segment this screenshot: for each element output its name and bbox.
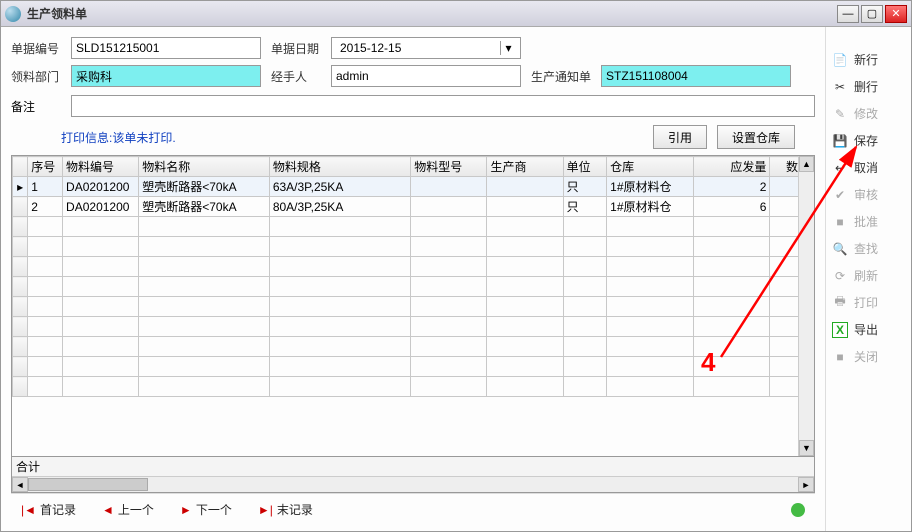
col-unit[interactable]: 单位 bbox=[563, 157, 607, 177]
col-wh[interactable]: 仓库 bbox=[607, 157, 694, 177]
doc-no-label: 单据编号 bbox=[11, 40, 61, 57]
table-row[interactable] bbox=[13, 257, 814, 277]
window: 生产领料单 — ▢ ✕ 单据编号 单据日期 ▾ 领料部门 经手人 生产通 bbox=[0, 0, 912, 532]
set-warehouse-button[interactable]: 设置仓库 bbox=[717, 125, 795, 149]
col-spec[interactable]: 物料规格 bbox=[269, 157, 410, 177]
app-icon bbox=[5, 6, 21, 22]
grid: 序号 物料编号 物料名称 物料规格 物料型号 生产商 单位 仓库 应发量 数量 … bbox=[11, 155, 815, 493]
col-seq[interactable]: 序号 bbox=[28, 157, 63, 177]
notice-label: 生产通知单 bbox=[531, 68, 591, 85]
record-nav: |◄首记录 ◄上一个 ►下一个 ►|末记录 bbox=[11, 493, 815, 525]
sidebar-approve-button: ■ 批准 bbox=[832, 213, 905, 230]
scroll-right-icon[interactable]: ► bbox=[798, 477, 814, 492]
dept-label: 领料部门 bbox=[11, 68, 61, 85]
sidebar-item-label: 修改 bbox=[854, 105, 878, 122]
notice-input[interactable] bbox=[601, 65, 791, 87]
sidebar-item-label: 新行 bbox=[854, 51, 878, 68]
refresh-icon: ⟳ bbox=[832, 268, 848, 284]
vertical-scrollbar[interactable]: ▲ ▼ bbox=[798, 156, 814, 456]
dept-input[interactable] bbox=[71, 65, 261, 87]
col-mfr[interactable]: 生产商 bbox=[487, 157, 563, 177]
sidebar-item-label: 审核 bbox=[854, 186, 878, 203]
sidebar-item-label: 关闭 bbox=[854, 348, 878, 365]
titlebar: 生产领料单 — ▢ ✕ bbox=[1, 1, 911, 27]
table-row[interactable] bbox=[13, 357, 814, 377]
sidebar-del-row-button[interactable]: ✂ 删行 bbox=[832, 78, 905, 95]
sidebar-item-label: 批准 bbox=[854, 213, 878, 230]
col-should[interactable]: 应发量 bbox=[694, 157, 770, 177]
find-icon: 🔍 bbox=[832, 241, 848, 257]
first-record-button[interactable]: |◄首记录 bbox=[21, 501, 76, 518]
doc-date-label: 单据日期 bbox=[271, 40, 321, 57]
sidebar-print-button: 🖶 打印 bbox=[832, 294, 905, 311]
sidebar-new-row-button[interactable]: 📄 新行 bbox=[832, 51, 905, 68]
new-row-icon: 📄 bbox=[832, 52, 848, 68]
close-icon: ■ bbox=[832, 349, 848, 365]
doc-no-input[interactable] bbox=[71, 37, 261, 59]
save-icon: 💾 bbox=[832, 133, 848, 149]
col-model[interactable]: 物料型号 bbox=[411, 157, 487, 177]
totals-row: 合计 bbox=[12, 456, 814, 476]
export-icon: X bbox=[832, 322, 848, 338]
close-button[interactable]: ✕ bbox=[885, 5, 907, 23]
sidebar-item-label: 删行 bbox=[854, 78, 878, 95]
prev-record-button[interactable]: ◄上一个 bbox=[102, 501, 154, 518]
sidebar-item-label: 导出 bbox=[854, 321, 878, 338]
sidebar-save-button[interactable]: 💾 保存 bbox=[832, 132, 905, 149]
table-row[interactable] bbox=[13, 217, 814, 237]
handler-input[interactable] bbox=[331, 65, 521, 87]
window-title: 生产领料单 bbox=[27, 5, 837, 22]
status-indicator-icon bbox=[791, 503, 805, 517]
scroll-left-icon[interactable]: ◄ bbox=[12, 477, 28, 492]
scroll-up-icon[interactable]: ▲ bbox=[799, 156, 814, 172]
del-row-icon: ✂ bbox=[832, 79, 848, 95]
print-info: 打印信息:该单未打印. bbox=[61, 129, 176, 146]
sidebar-item-label: 打印 bbox=[854, 294, 878, 311]
table-row[interactable] bbox=[13, 297, 814, 317]
grid-header-row: 序号 物料编号 物料名称 物料规格 物料型号 生产商 单位 仓库 应发量 数量 bbox=[13, 157, 814, 177]
table-row[interactable] bbox=[13, 277, 814, 297]
sidebar-refresh-button: ⟳ 刷新 bbox=[832, 267, 905, 284]
print-icon: 🖶 bbox=[832, 295, 848, 311]
sidebar-export-button[interactable]: X 导出 bbox=[832, 321, 905, 338]
sidebar-cancel-button[interactable]: ↩ 取消 bbox=[832, 159, 905, 176]
remark-label: 备注 bbox=[11, 98, 61, 115]
table-row[interactable] bbox=[13, 317, 814, 337]
horizontal-scrollbar[interactable]: ◄ ► bbox=[12, 476, 814, 492]
sidebar-find-button: 🔍 查找 bbox=[832, 240, 905, 257]
next-record-button[interactable]: ►下一个 bbox=[180, 501, 232, 518]
reference-button[interactable]: 引用 bbox=[653, 125, 707, 149]
table-row[interactable]: ▸1DA0201200塑壳断路器<70kA63A/3P,25KA只1#原材料仓2… bbox=[13, 177, 814, 197]
doc-date-input[interactable]: ▾ bbox=[331, 37, 521, 59]
audit-icon: ✔ bbox=[832, 187, 848, 203]
table-row[interactable]: 2DA0201200塑壳断路器<70kA80A/3P,25KA只1#原材料仓66 bbox=[13, 197, 814, 217]
sidebar-item-label: 查找 bbox=[854, 240, 878, 257]
remark-input[interactable] bbox=[71, 95, 815, 117]
sidebar-item-label: 取消 bbox=[854, 159, 878, 176]
minimize-button[interactable]: — bbox=[837, 5, 859, 23]
action-sidebar: 📄 新行 ✂ 删行 ✎ 修改 💾 保存 ↩ 取消 ✔ 审核 ■ 批准 🔍 查找 ⟳ 刷新 🖶 打印 X 导出 ■ 关闭 bbox=[825, 27, 911, 531]
sidebar-audit-button: ✔ 审核 bbox=[832, 186, 905, 203]
handler-label: 经手人 bbox=[271, 68, 321, 85]
cancel-icon: ↩ bbox=[832, 160, 848, 176]
table-row[interactable] bbox=[13, 377, 814, 397]
col-name[interactable]: 物料名称 bbox=[139, 157, 270, 177]
table-row[interactable] bbox=[13, 337, 814, 357]
sidebar-item-label: 刷新 bbox=[854, 267, 878, 284]
maximize-button[interactable]: ▢ bbox=[861, 5, 883, 23]
modify-icon: ✎ bbox=[832, 106, 848, 122]
last-record-button[interactable]: ►|末记录 bbox=[258, 501, 313, 518]
chevron-down-icon[interactable]: ▾ bbox=[500, 41, 516, 55]
header-form: 单据编号 单据日期 ▾ 领料部门 经手人 生产通知单 bbox=[11, 37, 815, 87]
scroll-down-icon[interactable]: ▼ bbox=[799, 440, 814, 456]
sidebar-modify-button: ✎ 修改 bbox=[832, 105, 905, 122]
sidebar-item-label: 保存 bbox=[854, 132, 878, 149]
sidebar-close-button: ■ 关闭 bbox=[832, 348, 905, 365]
approve-icon: ■ bbox=[832, 214, 848, 230]
table-row[interactable] bbox=[13, 237, 814, 257]
scroll-thumb[interactable] bbox=[28, 478, 148, 491]
col-code[interactable]: 物料编号 bbox=[63, 157, 139, 177]
